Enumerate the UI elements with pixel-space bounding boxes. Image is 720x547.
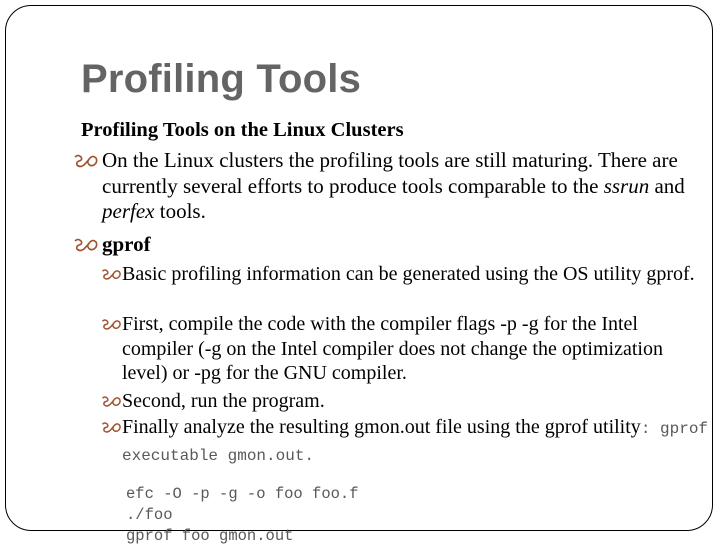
gprof-heading: gprof [102,232,151,256]
gprof-item-text: First, compile the code with the compile… [122,313,663,384]
scroll-bullet-icon [101,422,121,433]
scroll-bullet-icon [101,319,121,330]
scroll-bullet-icon [101,396,121,407]
code-line: gprof foo gmon.out [126,527,294,545]
intro-perfex: perfex [102,199,155,223]
gprof-item-text: Basic profiling information can be gener… [122,263,695,285]
gprof-heading-bullet: gprof [72,231,151,257]
intro-text-after: tools. [154,199,206,223]
intro-ssrun: ssrun [603,173,650,198]
intro-text-before: On the Linux clusters the profiling tool… [102,148,678,198]
gprof-item: Second, run the program. [100,389,710,414]
gprof-item-text: Second, run the program. [122,390,325,412]
gprof-item: First, compile the code with the compile… [100,312,710,386]
scroll-bullet-icon [101,269,121,280]
code-line: ./foo [126,506,173,524]
gprof-item: Basic profiling information can be gener… [100,262,710,287]
code-block: efc -O -p -g -o foo foo.f ./foo gprof foo … [126,484,359,547]
gprof-item: Finally analyze the resulting gmon.out f… [100,415,710,468]
slide-title: Profiling Tools [81,57,362,101]
slide-subtitle: Profiling Tools on the Linux Clusters [81,119,404,141]
scroll-bullet-icon [74,238,98,252]
gprof-item-text: Finally analyze the resulting gmon.out f… [122,416,641,438]
intro-bullet: On the Linux clusters the profiling tool… [72,148,702,225]
code-line: efc -O -p -g -o foo foo.f [126,485,359,503]
intro-text-mid: and [649,173,685,198]
scroll-bullet-icon [74,154,98,168]
